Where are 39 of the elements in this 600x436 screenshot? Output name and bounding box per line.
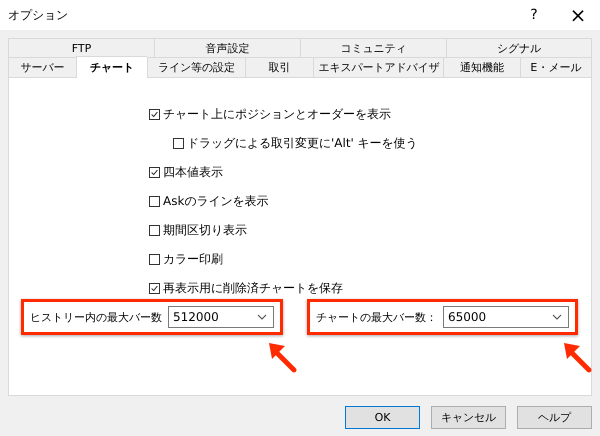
window-title: オプション [8,6,68,24]
chevron-icon [257,314,267,320]
checkbox[interactable] [149,196,160,207]
dialog-button[interactable]: ヘルプ [517,406,592,429]
dialog-button[interactable]: キャンセル [431,406,506,429]
tab[interactable]: FTP [8,38,154,58]
checkbox[interactable] [149,225,160,236]
checkbox-label: Askのラインを表示 [163,193,268,210]
tab[interactable]: 通知機能 [443,58,520,78]
arrow-icon [267,341,297,373]
checkbox[interactable] [149,283,160,294]
tab[interactable]: E・メール [520,58,592,78]
dropdown[interactable]: 65000 [443,306,569,328]
tab[interactable]: コミュニティ [300,38,446,58]
checkbox[interactable] [173,138,184,149]
tab[interactable]: ライン等の設定 [146,58,245,78]
chevron-icon [552,314,562,320]
combo-label: ヒストリー内の最大バー数 [30,310,162,324]
checkbox-label: チャート上にポジションとオーダーを表示 [163,106,391,123]
dropdown[interactable]: 512000 [168,306,274,328]
close-button[interactable]: × [556,0,600,30]
arrow-icon [562,341,592,373]
checkbox[interactable] [149,254,160,265]
tab[interactable]: チャート [76,56,147,78]
tab[interactable]: エキスパートアドバイザ [313,58,444,78]
checkbox-label: ドラッグによる取引変更に'Alt' キーを使う [187,135,418,152]
checkbox-label: 再表示用に削除済チャートを保存 [163,280,343,297]
help-button[interactable]: ? [512,0,556,30]
checkbox[interactable] [149,167,160,178]
checkbox-label: カラー印刷 [163,251,223,268]
combo-label: チャートの最大バー数： [316,310,437,324]
checkbox-label: 期間区切り表示 [163,222,247,239]
checkbox[interactable] [149,109,160,120]
tab[interactable]: シグナル [446,38,592,58]
checkbox-label: 四本値表示 [163,164,223,181]
tab[interactable]: サーバー [8,58,76,78]
tab[interactable]: 取引 [244,58,314,78]
tab[interactable]: 音声設定 [154,38,300,58]
dialog-button[interactable]: OK [345,406,420,429]
